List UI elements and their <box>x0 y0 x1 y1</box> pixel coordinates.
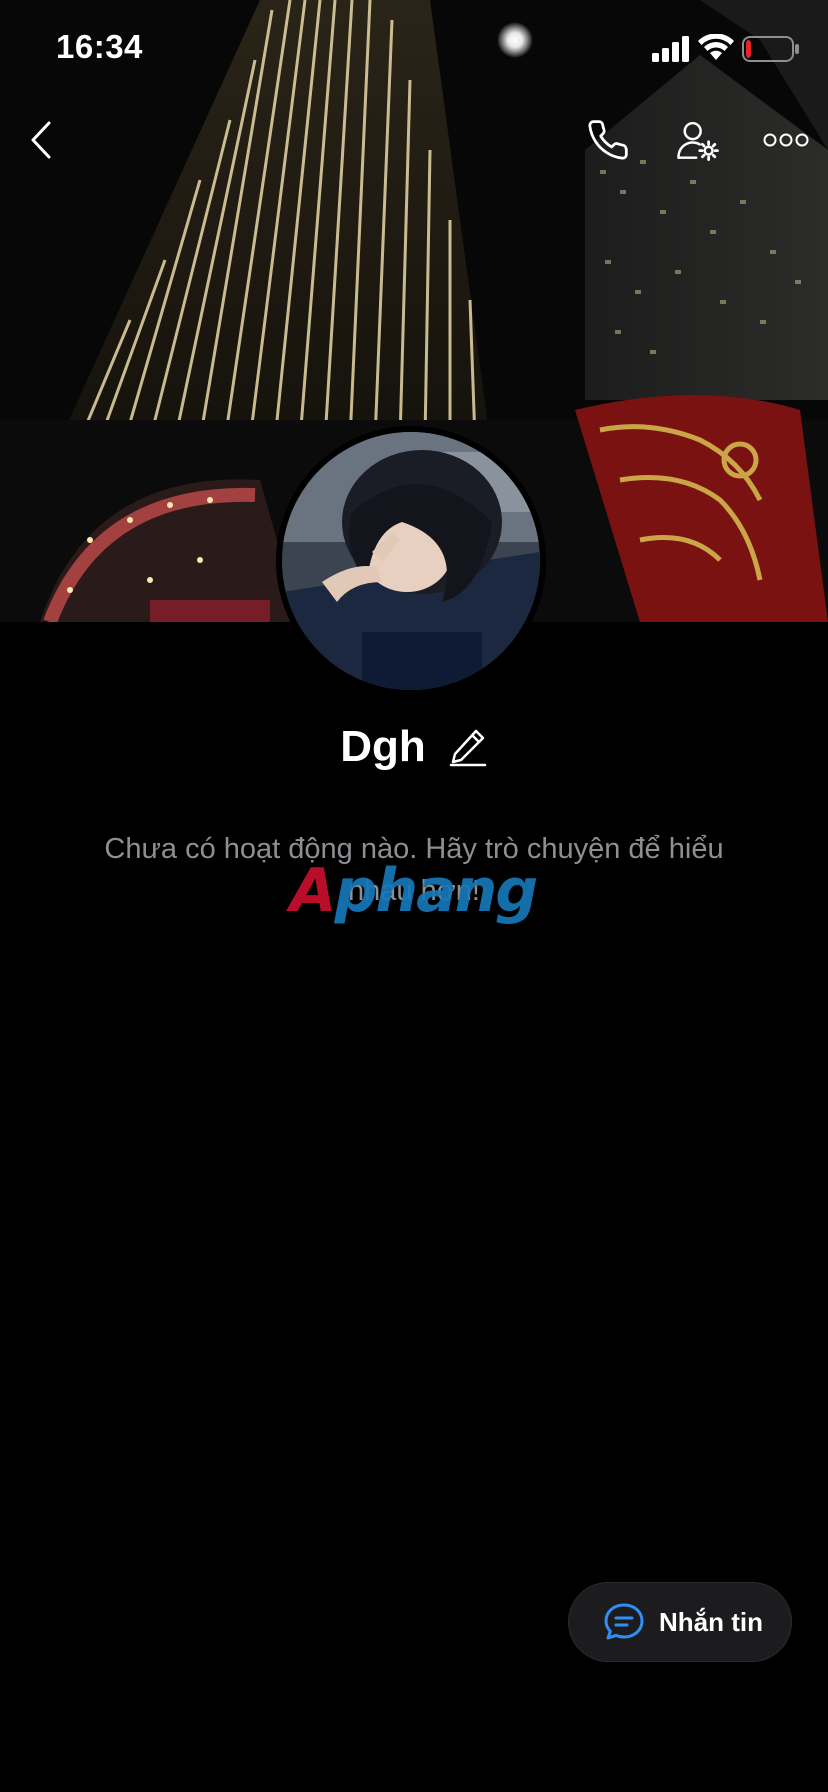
pencil-icon <box>449 729 487 767</box>
call-button[interactable] <box>580 112 636 168</box>
more-horizontal-icon <box>763 133 809 147</box>
watermark-first-letter: A <box>290 856 336 926</box>
edit-name-button[interactable] <box>448 725 488 769</box>
profile-name-row: Dgh <box>0 722 828 772</box>
chat-bubble-icon <box>604 1603 644 1640</box>
signal-icon <box>652 36 689 62</box>
phone-icon <box>588 120 628 160</box>
battery-level-fill <box>746 40 751 58</box>
avatar[interactable] <box>276 426 546 696</box>
profile-name: Dgh <box>340 722 426 771</box>
status-time: 16:34 <box>56 28 143 65</box>
user-settings-button[interactable] <box>668 112 728 168</box>
profile-screen: 16:34 Dgh Chưa có hoạt động nào. Hãy trò… <box>0 0 828 1792</box>
back-button[interactable] <box>18 112 64 168</box>
chevron-left-icon <box>31 121 51 159</box>
message-button-label: Nhắn tin <box>659 1606 763 1637</box>
status-bar: 16:34 <box>0 0 828 96</box>
user-settings-icon <box>677 121 719 161</box>
battery-icon <box>742 36 799 62</box>
watermark-rest: phang <box>334 856 538 926</box>
watermark-logo: Aphang <box>290 856 550 926</box>
wifi-icon <box>698 34 734 60</box>
avatar-photo <box>282 432 540 690</box>
more-button[interactable] <box>756 112 816 168</box>
message-button[interactable]: Nhắn tin <box>568 1582 792 1662</box>
